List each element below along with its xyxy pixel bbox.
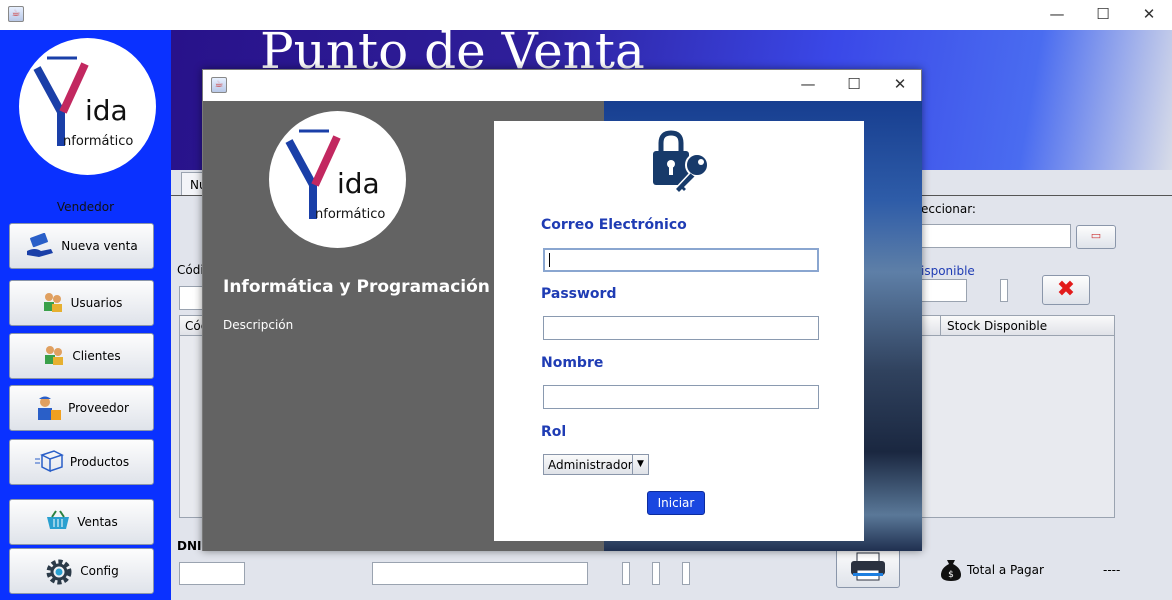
rol-select-value: Administrador [548, 458, 633, 472]
dialog-titlebar: ☕ — ☐ ✕ [203, 70, 921, 101]
disponible-label: isponible [921, 264, 975, 278]
money-bag-icon: $ [938, 556, 964, 582]
password-field[interactable] [543, 316, 819, 340]
basket-icon [45, 509, 71, 535]
delete-x-icon: ✖ [1056, 277, 1076, 302]
total-label: Total a Pagar [967, 563, 1044, 577]
role-label: Vendedor [56, 200, 115, 214]
dialog-heading: Informática y Programación [223, 277, 490, 297]
gear-icon [44, 558, 74, 585]
table-col-stock: Stock Disponible [947, 319, 1048, 333]
sidebar-item-productos[interactable]: Productos [9, 439, 154, 485]
hidden-field-c[interactable] [682, 562, 690, 585]
rol-select[interactable]: Administrador ▼ [543, 454, 649, 475]
sidebar-item-label: Clientes [72, 349, 121, 363]
hidden-field-a[interactable] [622, 562, 630, 585]
seleccionar-label: eccionar: [921, 202, 976, 216]
text-cursor [549, 253, 550, 267]
calendar-button[interactable]: ▭ [1076, 225, 1116, 249]
printer-icon [851, 552, 885, 581]
sidebar-item-ventas[interactable]: Ventas [9, 499, 154, 545]
cliente-nombre-input[interactable] [372, 562, 588, 585]
hidden-field[interactable] [1000, 279, 1008, 302]
svg-text:nformático: nformático [63, 134, 133, 149]
total-value: ---- [1103, 563, 1121, 577]
email-label: Correo Electrónico [541, 217, 687, 233]
sidebar-item-label: Usuarios [70, 296, 123, 310]
login-dialog: ☕ — ☐ ✕ ida nformático Informática y Pro… [202, 69, 922, 551]
minimize-button[interactable]: — [1034, 0, 1080, 30]
close-button[interactable]: ✕ [1126, 0, 1172, 30]
svg-text:$: $ [948, 570, 954, 580]
delete-button[interactable]: ✖ [1042, 275, 1090, 305]
login-form: Correo Electrónico Password Nombre Rol A… [494, 121, 864, 541]
dialog-close-button[interactable]: ✕ [877, 70, 923, 101]
iniciar-button[interactable]: Iniciar [647, 491, 705, 515]
java-app-icon: ☕ [211, 77, 227, 93]
padlock-key-icon [653, 130, 709, 195]
cash-hand-icon [25, 232, 55, 259]
box-icon [34, 449, 64, 475]
print-button[interactable] [836, 547, 900, 588]
sidebar-item-config[interactable]: Config [9, 548, 154, 594]
chevron-down-icon: ▼ [632, 455, 648, 474]
users-icon [41, 290, 65, 316]
sidebar-item-clientes[interactable]: Clientes [9, 333, 154, 379]
codigo-label: Códi [177, 263, 204, 277]
sidebar-item-proveedor[interactable]: Proveedor [9, 385, 154, 431]
sidebar-item-nueva-venta[interactable]: Nueva venta [9, 223, 154, 269]
disponible-input[interactable] [921, 279, 967, 302]
vida-logo-icon: ida nformático [33, 56, 133, 149]
vida-logo-icon: ida nformático [285, 129, 385, 222]
sidebar-item-label: Config [80, 564, 119, 578]
dialog-description: Descripción [223, 318, 294, 332]
dni-label: DNI [177, 539, 202, 553]
password-label: Password [541, 286, 617, 302]
dialog-minimize-button[interactable]: — [785, 70, 831, 101]
nombre-field[interactable] [543, 385, 819, 409]
svg-text:nformático: nformático [315, 207, 385, 222]
rol-label: Rol [541, 424, 567, 440]
sidebar-item-label: Nueva venta [61, 239, 138, 253]
company-logo: ida nformático [19, 38, 156, 175]
table-col-divider [940, 316, 941, 336]
sidebar: ida nformático Vendedor Nueva venta Usua… [0, 30, 171, 600]
supplier-icon [34, 395, 62, 421]
calendar-icon: ▭ [1090, 229, 1102, 242]
email-field[interactable] [543, 248, 819, 272]
dni-input[interactable] [179, 562, 245, 585]
hidden-field-b[interactable] [652, 562, 660, 585]
maximize-button[interactable]: ☐ [1080, 0, 1126, 30]
dialog-logo: ida nformático [269, 111, 406, 248]
nombre-label: Nombre [541, 355, 604, 371]
clients-icon [42, 343, 66, 369]
svg-text:ida: ida [337, 167, 380, 200]
java-app-icon: ☕ [8, 6, 24, 22]
sidebar-item-label: Productos [69, 455, 130, 469]
svg-text:ida: ida [85, 94, 128, 127]
sidebar-item-label: Proveedor [68, 401, 129, 415]
seleccionar-input[interactable] [921, 224, 1071, 248]
sidebar-item-usuarios[interactable]: Usuarios [9, 280, 154, 326]
dialog-maximize-button[interactable]: ☐ [831, 70, 877, 101]
sidebar-item-label: Ventas [77, 515, 118, 529]
